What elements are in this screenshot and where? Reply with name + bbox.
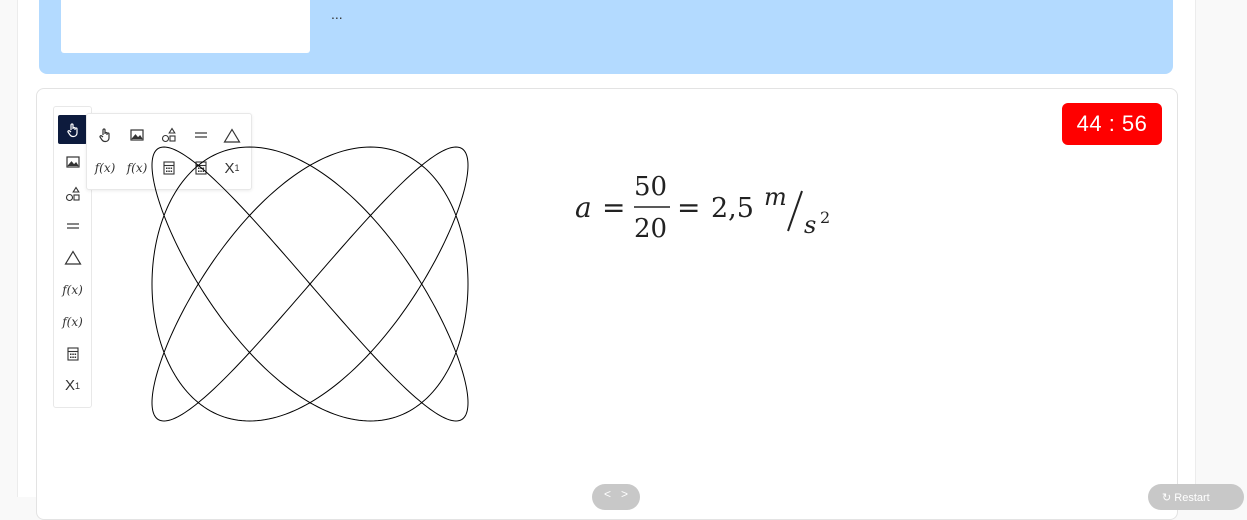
unit-denominator: s	[804, 211, 816, 239]
shapes-icon[interactable]	[58, 179, 87, 208]
lissajous-drawing[interactable]	[148, 145, 472, 425]
formula-equals-2: =	[677, 191, 700, 224]
unit-exponent: 2	[820, 208, 830, 227]
next-button[interactable]: >	[621, 487, 628, 501]
function-icon[interactable]: f(x)	[123, 154, 151, 182]
subscript-icon[interactable]: X1	[58, 371, 87, 400]
function-icon[interactable]: f(x)	[58, 275, 87, 304]
formula-lhs: a	[575, 191, 592, 224]
subscript-letter: X	[64, 377, 75, 394]
hand-pointer-icon[interactable]	[91, 121, 119, 149]
function-icon[interactable]: f(x)	[91, 154, 119, 182]
prev-button[interactable]: <	[604, 487, 611, 501]
panel-text: ...	[331, 6, 343, 22]
countdown-timer: 44 : 56	[1062, 103, 1162, 145]
triangle-icon[interactable]	[58, 243, 87, 272]
restart-button[interactable]: ↻ Restart	[1148, 484, 1244, 510]
image-icon[interactable]	[58, 147, 87, 176]
formula-equals: =	[602, 191, 625, 224]
formula-result: 2,5	[711, 193, 754, 224]
answer-box[interactable]	[61, 0, 310, 53]
image-icon[interactable]	[123, 121, 151, 149]
function-icon[interactable]: f(x)	[58, 307, 87, 336]
equals-icon[interactable]	[58, 211, 87, 240]
unit-slash	[787, 190, 803, 232]
restart-label: Restart	[1174, 492, 1210, 504]
hand-pointer-icon[interactable]	[58, 115, 87, 144]
formula: a = 50 20 = 2,5 m s 2	[575, 172, 830, 244]
calculator-icon[interactable]	[58, 339, 87, 368]
page-navigation[interactable]: < >	[592, 484, 640, 510]
unit-numerator: m	[764, 183, 787, 211]
formula-denominator: 20	[634, 214, 667, 244]
restart-icon: ↻	[1162, 492, 1175, 504]
subscript-digit: 1	[75, 380, 81, 391]
lissajous-curve	[151, 146, 469, 422]
formula-numerator: 50	[634, 172, 667, 202]
